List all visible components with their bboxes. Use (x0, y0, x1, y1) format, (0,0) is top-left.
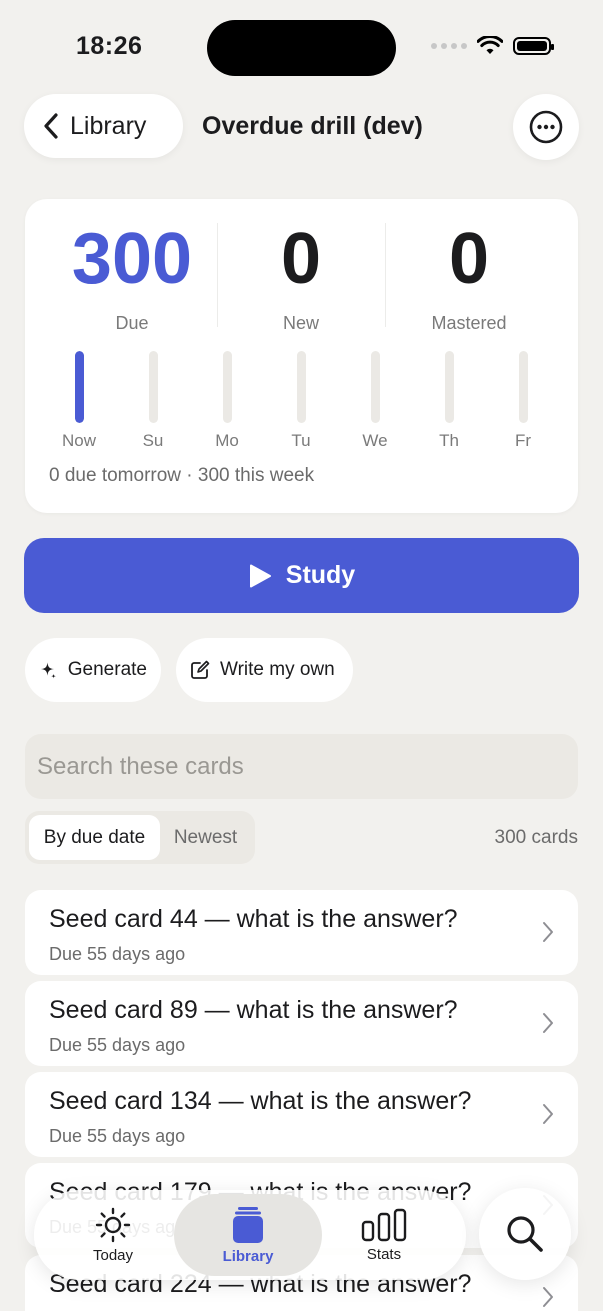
sort-newest[interactable]: Newest (160, 815, 251, 860)
week-forecast: Now Su Mo Tu We Th Fr (43, 351, 563, 451)
write-my-own-label: Write my own (220, 659, 335, 680)
week-summary: 0 due tomorrow · 300 this week (49, 465, 315, 486)
forecast-day-label: Tu (291, 431, 311, 450)
tab-today[interactable]: Today (39, 1194, 187, 1276)
forecast-day-label: We (362, 431, 388, 450)
dynamic-island (207, 20, 396, 76)
forecast-day: Tu (271, 351, 331, 451)
card-question: Seed card 134 — what is the answer? (49, 1087, 472, 1115)
forecast-day: Fr (493, 351, 553, 451)
page-title: Overdue drill (dev) (202, 112, 423, 140)
sort-by-due-date[interactable]: By due date (29, 815, 160, 860)
forecast-day: Mo (197, 351, 257, 451)
generate-button[interactable]: Generate (25, 638, 161, 702)
forecast-day: Th (419, 351, 479, 451)
forecast-day-label: Su (142, 431, 164, 450)
forecast-day-label: Mo (215, 431, 239, 450)
search-placeholder: Search these cards (37, 752, 244, 780)
tab-library-label: Library (222, 1247, 274, 1265)
forecast-day: We (345, 351, 405, 451)
forecast-bar-track (444, 351, 454, 423)
tab-stats-label: Stats (366, 1245, 402, 1263)
tab-library[interactable]: Library (174, 1194, 322, 1276)
card-list-item[interactable]: Seed card 89 — what is the answer? Due 55… (25, 981, 578, 1066)
chevron-right-icon (543, 1287, 553, 1307)
more-options-button[interactable] (513, 94, 579, 160)
study-button-label: Study (285, 561, 356, 589)
new-count: 0 (280, 219, 322, 299)
forecast-day: Now (49, 351, 109, 451)
compose-icon (191, 660, 210, 679)
deck-stats-card: 300 Due 0 New 0 Mastered Now Su Mo Tu We Th Fr… (25, 199, 578, 513)
forecast-bar-track (148, 351, 158, 423)
card-list-item[interactable]: Seed card 134 — what is the answer? Due 5… (25, 1072, 578, 1157)
tab-stats[interactable]: Stats (310, 1194, 458, 1276)
forecast-bar-track (74, 351, 84, 423)
due-label: Due (115, 313, 149, 333)
cellular-signal-icon (431, 43, 467, 49)
forecast-day-label: Fr (514, 431, 532, 450)
tab-today-label: Today (92, 1246, 134, 1264)
chevron-right-icon (543, 1013, 553, 1033)
write-my-own-button[interactable]: Write my own (176, 638, 353, 702)
forecast-bar (74, 351, 84, 423)
card-search-input[interactable]: Search these cards (25, 734, 578, 799)
search-icon (507, 1216, 543, 1252)
status-icons (431, 36, 554, 56)
search-button[interactable] (479, 1188, 571, 1280)
battery-icon (513, 37, 554, 55)
due-count: 300 (71, 219, 193, 299)
card-question: Seed card 44 — what is the answer? (49, 905, 458, 933)
card-question: Seed card 89 — what is the answer? (49, 996, 458, 1024)
generate-button-label: Generate (67, 659, 147, 680)
card-list-item[interactable]: Seed card 44 — what is the answer? Due 55… (25, 890, 578, 975)
forecast-day-label: Now (61, 431, 96, 450)
due-stat: 300 Due (48, 221, 216, 334)
sort-segmented-control: By due date Newest (25, 811, 255, 864)
forecast-bar-track (296, 351, 306, 423)
sparkles-icon (40, 662, 56, 679)
chevron-right-icon (543, 922, 553, 942)
forecast-bar-track (518, 351, 528, 423)
mastered-stat: 0 Mastered (385, 221, 553, 334)
back-button-label: Library (70, 111, 147, 140)
wifi-icon (477, 36, 503, 54)
card-count: 300 cards (494, 827, 578, 848)
play-icon (249, 564, 271, 587)
back-button[interactable]: Library (24, 94, 183, 158)
status-time: 18:26 (76, 32, 143, 60)
new-label: New (282, 313, 319, 333)
forecast-bar-track (370, 351, 380, 423)
new-stat: 0 New (217, 221, 385, 334)
tab-bar: Today Library Stats (34, 1190, 466, 1280)
card-due-date: Due 55 days ago (49, 1035, 186, 1055)
ellipsis-circle-icon (529, 110, 563, 144)
forecast-bar-track (222, 351, 232, 423)
chevron-left-icon (44, 113, 58, 139)
study-button[interactable]: Study (24, 538, 579, 613)
card-due-date: Due 55 days ago (49, 1126, 186, 1146)
bar-chart-icon (361, 1208, 407, 1241)
mastered-label: Mastered (431, 313, 507, 333)
chevron-right-icon (543, 1104, 553, 1124)
card-due-date: Due 55 days ago (49, 944, 186, 964)
mastered-count: 0 (448, 219, 490, 299)
forecast-day: Su (123, 351, 183, 451)
forecast-day-label: Th (439, 431, 459, 450)
sun-icon (95, 1207, 131, 1242)
cards-icon (233, 1206, 263, 1243)
